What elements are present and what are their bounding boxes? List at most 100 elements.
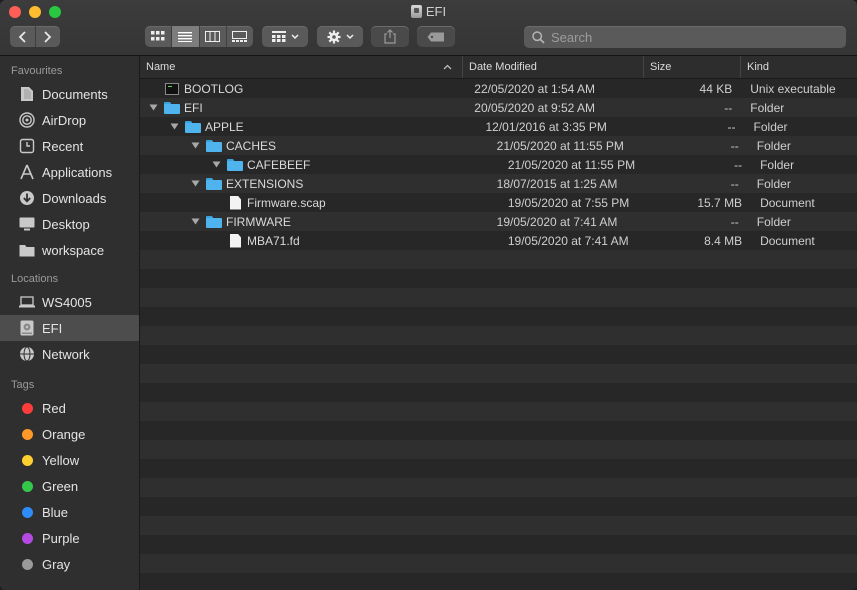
folder-icon [206,177,222,190]
desktop-icon [18,215,36,233]
share-button[interactable] [371,26,409,47]
sidebar-tag-yellow[interactable]: Yellow [0,447,139,473]
chevron-down-icon [345,33,354,39]
sidebar-tag-orange[interactable]: Orange [0,421,139,447]
file-name: MBA71.fd [247,233,300,248]
column-header-label: Kind [747,61,770,73]
disclosure-triangle-icon[interactable] [190,179,200,189]
empty-row [140,516,857,535]
file-row[interactable]: Firmware.scap 19/05/2020 at 7:55 PM 15.7 M… [140,193,857,212]
file-name-cell: EXTENSIONS [140,177,490,191]
file-name-cell: BOOTLOG [140,82,467,96]
file-row[interactable]: EXTENSIONS 18/07/2015 at 1:25 AM -- Folder [140,174,857,193]
file-row[interactable]: BOOTLOG 22/05/2020 at 1:54 AM 44 KB Unix ex… [140,79,857,98]
sidebar-tag-purple[interactable]: Purple [0,525,139,551]
sidebar-item-label: Green [42,478,79,494]
applications-icon [18,163,36,181]
sidebar-tag-red[interactable]: Red [0,395,139,421]
sidebar-item-recent[interactable]: Recent [0,133,139,159]
sidebar-tag-gray[interactable]: Gray [0,551,139,577]
sidebar-item-label: Purple [42,530,80,546]
sidebar-tag-green[interactable]: Green [0,473,139,499]
sidebar-item-applications[interactable]: Applications [0,159,139,185]
globe-icon [18,345,36,363]
column-header-date[interactable]: Date Modified [463,56,644,78]
icon-view-button[interactable] [145,26,173,47]
column-header-name[interactable]: Name [140,56,463,78]
sidebar-tag-blue[interactable]: Blue [0,499,139,525]
forward-button[interactable] [36,26,61,47]
sidebar-item-desktop[interactable]: Desktop [0,211,139,237]
gear-icon [327,30,340,43]
file-row[interactable]: FIRMWARE 19/05/2020 at 7:41 AM -- Folder [140,212,857,231]
file-kind: Folder [756,176,791,191]
sidebar-item-network[interactable]: Network [0,341,139,367]
file-rows: BOOTLOG 22/05/2020 at 1:54 AM 44 KB Unix ex… [140,79,857,590]
sidebar-item-documents[interactable]: Documents [0,81,139,107]
sidebar-item-ws4005[interactable]: WS4005 [0,289,139,315]
file-row[interactable]: CACHES 21/05/2020 at 11:55 PM -- Folder [140,136,857,155]
document-icon [230,195,241,210]
column-header-size[interactable]: Size [644,56,741,78]
gallery-icon [232,31,248,42]
disclosure-triangle-icon[interactable] [169,122,179,132]
search-input[interactable] [549,28,833,46]
gallery-view-button[interactable] [227,26,253,47]
window-title-text: EFI [425,4,447,19]
red-tag-dot-icon [21,402,33,414]
disclosure-triangle-icon[interactable] [148,103,158,113]
disclosure-triangle-icon[interactable] [190,217,200,227]
file-date: 18/07/2015 at 1:25 AM [496,176,618,191]
file-row[interactable]: EFI 20/05/2020 at 9:52 AM -- Folder [140,98,857,117]
column-header-kind[interactable]: Kind [741,56,857,78]
sidebar-item-workspace[interactable]: workspace [0,237,139,263]
orange-tag-dot-icon [21,428,33,440]
sidebar-item-label: WS4005 [42,294,92,310]
file-size: -- [730,214,739,229]
file-row[interactable]: CAFEBEEF 21/05/2020 at 11:55 PM -- Folder [140,155,857,174]
sidebar-item-label: Gray [42,556,71,572]
file-row[interactable]: APPLE 12/01/2016 at 3:35 PM -- Folder [140,117,857,136]
file-name: EXTENSIONS [226,176,304,191]
folder-icon [206,215,222,228]
search-field[interactable] [524,26,846,48]
window-title: EFI [0,4,857,19]
file-name-cell: Firmware.scap [140,195,501,210]
file-date: 19/05/2020 at 7:55 PM [507,195,630,210]
sidebar-item-airdrop[interactable]: AirDrop [0,107,139,133]
disclosure-triangle-icon[interactable] [190,141,200,151]
sidebar-item-downloads[interactable]: Downloads [0,185,139,211]
airdrop-icon [18,111,36,129]
file-name: APPLE [205,119,244,134]
back-button[interactable] [10,26,36,47]
disclosure-triangle-icon[interactable] [211,160,221,170]
file-row[interactable]: MBA71.fd 19/05/2020 at 7:41 AM 8.4 MB Docum… [140,231,857,250]
disk-icon [410,5,422,18]
sidebar-item-label: Network [42,346,90,362]
sidebar-item-label: Applications [42,164,113,180]
sidebar-item-label: Red [42,400,66,416]
empty-row [140,440,857,459]
empty-row [140,288,857,307]
file-name-cell: CACHES [140,139,490,153]
sidebar-item-efi[interactable]: EFI [0,315,139,341]
file-list: Name Date Modified Size Kind BOOTLOG 22/0… [140,56,857,590]
empty-row [140,345,857,364]
file-date: 19/05/2020 at 7:41 AM [507,233,629,248]
list-view-button[interactable] [172,26,200,47]
edit-tags-button[interactable] [417,26,455,47]
group-by-button[interactable] [262,26,308,47]
folder-icon [227,158,243,171]
file-name-cell: EFI [140,101,467,115]
sidebar-item-label: Recent [42,138,84,154]
empty-row [140,364,857,383]
action-menu-button[interactable] [317,26,363,47]
file-name: BOOTLOG [184,81,244,96]
column-view-button[interactable] [200,26,227,47]
gray-tag-dot-icon [21,558,33,570]
file-date: 21/05/2020 at 11:55 PM [507,157,636,172]
file-name: CACHES [226,138,277,153]
file-kind: Unix executable [750,81,836,96]
